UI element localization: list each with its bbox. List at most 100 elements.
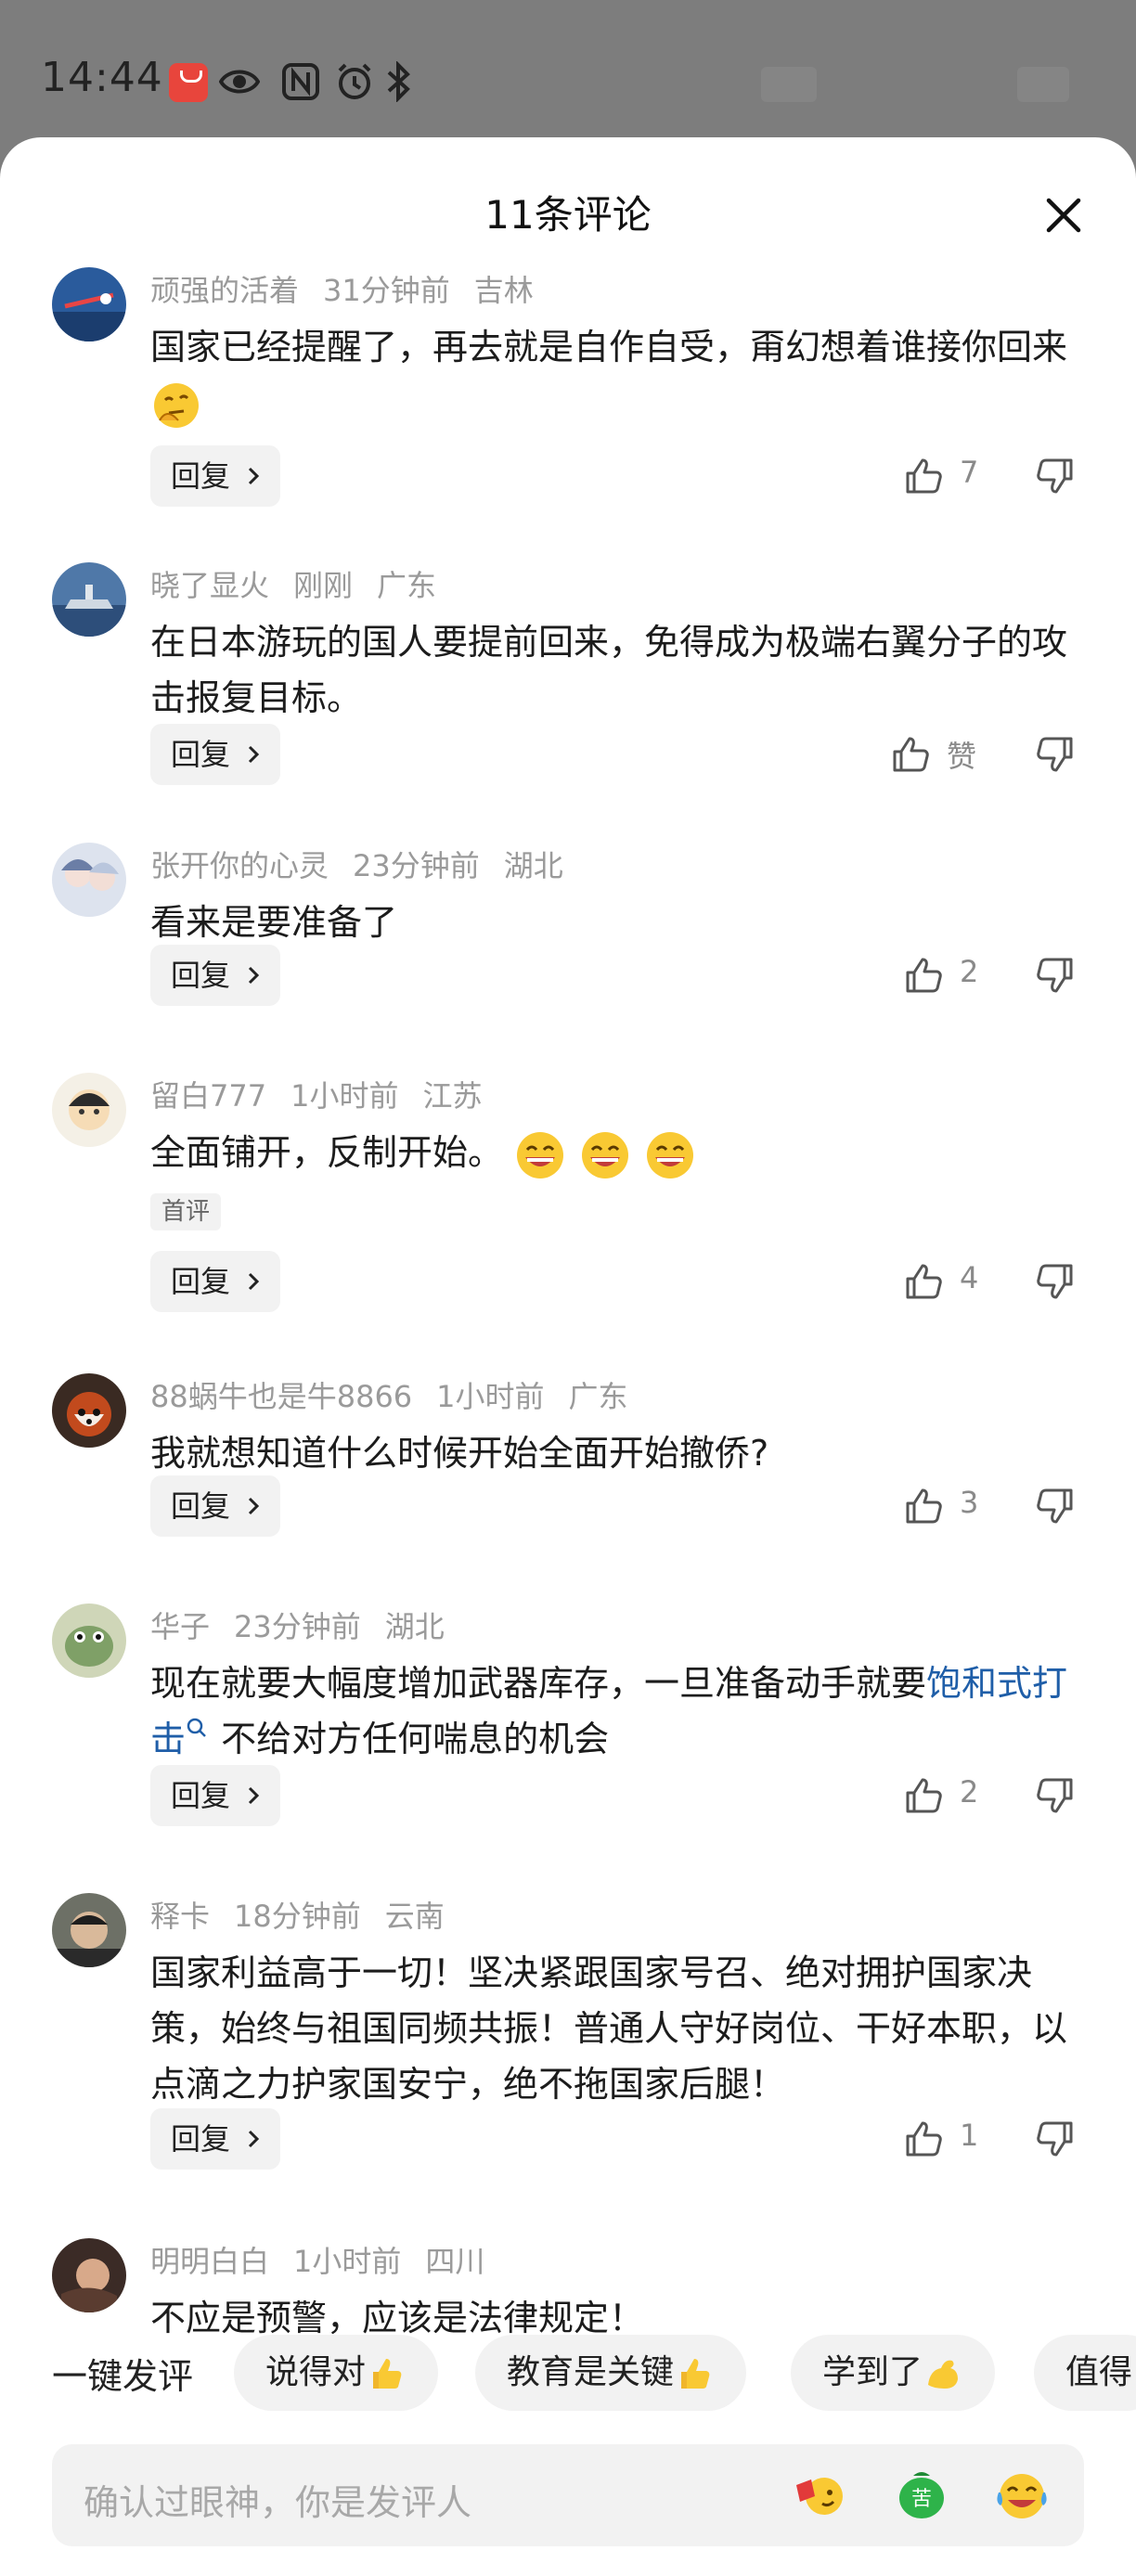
sticker-icon[interactable] — [791, 2465, 852, 2526]
avatar[interactable] — [52, 1893, 126, 1967]
avatar[interactable] — [52, 267, 126, 341]
thumbs-up-emoji-icon — [373, 2359, 402, 2389]
thumbs-down-icon — [1037, 1778, 1073, 1813]
quick-reply-chip[interactable]: 说得对 — [234, 2335, 439, 2411]
comment-text: 现在就要大幅度增加武器库存，一旦准备动手就要饱和式打击 不给对方任何喘息的机会 — [150, 1655, 1088, 1767]
chip-label: 教育是关键 — [507, 2353, 675, 2391]
chevron-right-icon — [248, 1272, 260, 1291]
username[interactable]: 留白777 — [150, 1078, 266, 1114]
comment-time: 31分钟前 — [323, 273, 450, 308]
dislike-button[interactable] — [1034, 2108, 1080, 2170]
reply-button[interactable]: 回复 — [150, 2108, 280, 2170]
reply-button[interactable]: 回复 — [150, 1251, 280, 1312]
like-button[interactable]: 2 — [902, 945, 1013, 1006]
thumbs-up-icon — [906, 1264, 942, 1299]
thumbs-up-icon — [893, 737, 929, 772]
search-icon[interactable] — [186, 1717, 210, 1745]
comment-meta: 顽强的活着 31分钟前 吉林 — [150, 267, 558, 310]
username[interactable]: 顽强的活着 — [150, 273, 299, 308]
thumbs-down-icon — [1037, 1264, 1073, 1299]
username[interactable]: 华子 — [150, 1609, 210, 1644]
comment-meta: 88蜗牛也是牛8866 1小时前 广东 — [150, 1373, 652, 1416]
comment-location: 四川 — [425, 2244, 485, 2279]
reply-label: 回复 — [171, 1488, 231, 1524]
dislike-button[interactable] — [1034, 1765, 1080, 1826]
nfc-icon — [282, 63, 319, 100]
dislike-button[interactable] — [1034, 445, 1080, 507]
comment-text: 国家已经提醒了，再去就是自作自受，甭幻想着谁接你回来 — [150, 319, 1088, 431]
comment-input[interactable]: 确认过眼神，你是发评人 苦 — [52, 2444, 1084, 2546]
chevron-right-icon — [248, 1497, 260, 1515]
comment-location: 湖北 — [503, 848, 563, 883]
username[interactable]: 晓了显火 — [150, 568, 269, 603]
bluetooth-icon — [387, 61, 410, 102]
comment-location: 吉林 — [473, 273, 534, 308]
status-ghost — [761, 67, 817, 102]
quick-reply-chip[interactable]: 值得 — [1034, 2335, 1136, 2411]
flexed-biceps-emoji-icon — [928, 2360, 959, 2389]
like-button[interactable]: 赞 — [889, 724, 1000, 785]
alarm-icon — [338, 63, 371, 99]
thumbs-up-icon — [906, 1778, 942, 1813]
dislike-button[interactable] — [1034, 1251, 1080, 1312]
thumbs-down-icon — [1037, 458, 1073, 494]
dislike-button[interactable] — [1034, 1475, 1080, 1537]
like-count: 3 — [960, 1485, 979, 1520]
laughing-crying-icon[interactable] — [991, 2465, 1052, 2526]
comment-meta: 留白777 1小时前 江苏 — [150, 1073, 506, 1115]
thumbs-up-icon — [906, 2121, 942, 2157]
comment-list: 顽强的活着 31分钟前 吉林 国家已经提醒了，再去就是自作自受，甭幻想着谁接你回来 … — [0, 267, 1136, 2459]
username[interactable]: 88蜗牛也是牛8866 — [150, 1379, 412, 1414]
like-count: 2 — [960, 954, 979, 989]
comment-text: 全面铺开，反制开始。 — [150, 1125, 1088, 1181]
comment-text: 在日本游玩的国人要提前回来，免得成为极端右翼分子的攻击报复目标。 — [150, 622, 1068, 718]
comment-meta: 晓了显火 刚刚 广东 — [150, 562, 460, 605]
chevron-right-icon — [248, 966, 260, 985]
avatar[interactable] — [52, 1604, 126, 1678]
username[interactable]: 张开你的心灵 — [150, 848, 329, 883]
like-count: 7 — [960, 455, 979, 490]
comment-text-content: 国家已经提醒了，再去就是自作自受，甭幻想着谁接你回来 — [150, 327, 1068, 367]
reply-label: 回复 — [171, 458, 231, 494]
avatar[interactable] — [52, 843, 126, 917]
reply-label: 回复 — [171, 1778, 231, 1813]
first-comment-badge: 首评 — [150, 1193, 222, 1230]
reply-button[interactable]: 回复 — [150, 1475, 280, 1537]
comment-time: 18分钟前 — [234, 1899, 361, 1934]
comment-meta: 明明白白 1小时前 四川 — [150, 2238, 509, 2281]
username[interactable]: 明明白白 — [150, 2244, 269, 2279]
avatar[interactable] — [52, 562, 126, 637]
like-button[interactable]: 1 — [902, 2108, 1013, 2170]
quick-reply-label: 一键发评 — [52, 2356, 194, 2397]
avatar[interactable] — [52, 1073, 126, 1147]
chip-label: 值得 — [1065, 2353, 1133, 2391]
quick-reply-chip[interactable]: 学到了 — [791, 2335, 996, 2411]
reply-button[interactable]: 回复 — [150, 445, 280, 507]
bitter-icon[interactable]: 苦 — [891, 2465, 952, 2526]
chevron-right-icon — [248, 1786, 260, 1805]
reply-button[interactable]: 回复 — [150, 945, 280, 1006]
like-button[interactable]: 4 — [902, 1251, 1013, 1312]
like-button[interactable]: 3 — [902, 1475, 1013, 1537]
avatar[interactable] — [52, 1373, 126, 1448]
dislike-button[interactable] — [1034, 945, 1080, 1006]
comment-text: 看来是要准备了 — [150, 902, 398, 943]
avatar[interactable] — [52, 2238, 126, 2312]
huawei-icon — [169, 63, 208, 102]
dislike-button[interactable] — [1034, 724, 1080, 785]
reply-button[interactable]: 回复 — [150, 1765, 280, 1826]
grinning-face-emoji-icon — [582, 1131, 629, 1179]
thumbs-up-icon — [906, 458, 942, 494]
status-time: 14:44 — [41, 54, 163, 101]
comment-location: 云南 — [384, 1899, 445, 1934]
like-count: 2 — [960, 1774, 979, 1810]
eye-icon — [219, 70, 260, 94]
like-button[interactable]: 2 — [902, 1765, 1013, 1826]
like-button[interactable]: 7 — [902, 445, 1013, 507]
reply-button[interactable]: 回复 — [150, 724, 280, 785]
username[interactable]: 释卡 — [150, 1899, 210, 1934]
quick-reply-chip[interactable]: 教育是关键 — [475, 2335, 747, 2411]
comment-meta: 释卡 18分钟前 云南 — [150, 1893, 469, 1936]
close-icon[interactable] — [1038, 189, 1090, 241]
status-ghost — [1017, 67, 1069, 102]
